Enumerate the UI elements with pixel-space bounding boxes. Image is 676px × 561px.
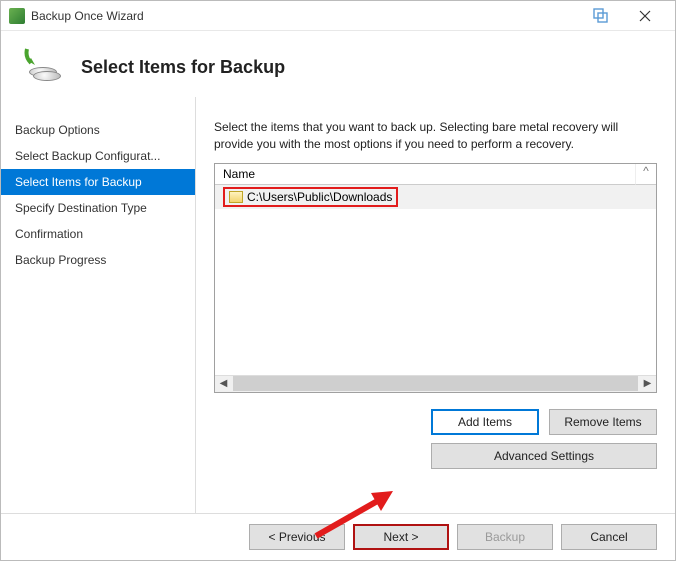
wizard-footer: < Previous Next > Backup Cancel [1,513,675,560]
next-button[interactable]: Next > [353,524,449,550]
instruction-text: Select the items that you want to back u… [214,119,657,153]
sidebar-item-destination-type[interactable]: Specify Destination Type [1,195,195,221]
folder-icon [229,191,243,203]
close-icon[interactable] [623,2,667,30]
app-icon [9,8,25,24]
sidebar-item-select-items[interactable]: Select Items for Backup [1,169,195,195]
main-panel: Select the items that you want to back u… [196,97,675,560]
wizard-header: Select Items for Backup [1,31,675,97]
sidebar-item-confirmation[interactable]: Confirmation [1,221,195,247]
annotation-highlight: C:\Users\Public\Downloads [223,187,398,207]
list-item[interactable]: C:\Users\Public\Downloads [215,185,656,209]
list-header: Name ^ [215,164,656,185]
sidebar-item-backup-options[interactable]: Backup Options [1,117,195,143]
window-title: Backup Once Wizard [31,9,579,23]
advanced-settings-button[interactable]: Advanced Settings [431,443,657,469]
column-header-name[interactable]: Name [215,164,636,185]
previous-button[interactable]: < Previous [249,524,345,550]
page-title: Select Items for Backup [81,57,285,78]
list-body: C:\Users\Public\Downloads [215,185,656,375]
backup-button: Backup [457,524,553,550]
scroll-left-icon[interactable]: ◀ [215,375,232,392]
sidebar-item-select-config[interactable]: Select Backup Configurat... [1,143,195,169]
scroll-thumb[interactable] [233,376,638,391]
cancel-button[interactable]: Cancel [561,524,657,550]
items-list: Name ^ C:\Users\Public\Downloads ◀ ▶ [214,163,657,393]
horizontal-scrollbar[interactable]: ◀ ▶ [215,375,656,392]
scroll-right-icon[interactable]: ▶ [639,375,656,392]
backup-icon [23,47,63,87]
sidebar-item-backup-progress[interactable]: Backup Progress [1,247,195,273]
help-icon[interactable] [579,2,623,30]
title-bar: Backup Once Wizard [1,1,675,31]
list-item-path: C:\Users\Public\Downloads [247,190,392,204]
add-items-button[interactable]: Add Items [431,409,539,435]
remove-items-button[interactable]: Remove Items [549,409,657,435]
wizard-steps-sidebar: Backup Options Select Backup Configurat.… [1,97,196,560]
column-sort-indicator[interactable]: ^ [636,164,656,185]
